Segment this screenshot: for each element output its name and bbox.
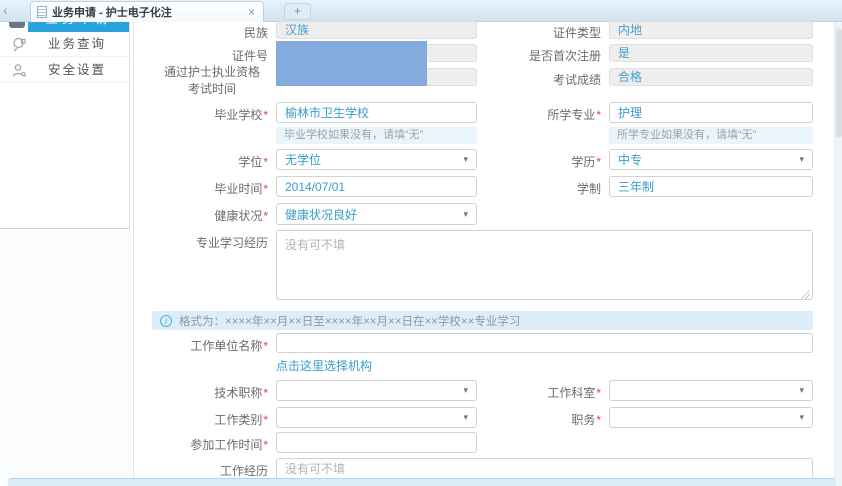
select-institution-link[interactable]: 点击这里选择机构: [276, 357, 372, 374]
chevron-down-icon: ▾: [799, 154, 804, 165]
format-info-bar: i 格式为：××××年××月××日至××××年××月××日在××学校××专业学习: [152, 311, 813, 330]
first-registration-label: 是否首次注册: [420, 47, 601, 64]
health-status-label: 健康状况*: [60, 207, 268, 224]
education-select[interactable]: 中专▾: [609, 149, 813, 170]
business-apply-icon: [9, 22, 25, 28]
position-select[interactable]: ▾: [609, 407, 813, 428]
major-input[interactable]: [609, 102, 813, 123]
active-tab[interactable]: 业务申请 - 护士电子化注 ×: [30, 1, 264, 22]
graduation-date-label: 毕业时间*: [60, 180, 268, 197]
work-start-date-input[interactable]: [276, 432, 477, 453]
first-registration-field: 是: [609, 44, 813, 62]
tab-favicon-icon: [37, 6, 47, 18]
chevron-down-icon: ▾: [463, 209, 468, 220]
bottom-panel-edge: [8, 478, 836, 486]
exam-result-label: 考试成绩: [420, 71, 601, 88]
chevron-down-icon: ▾: [799, 385, 804, 396]
work-start-date-label: 参加工作时间*: [60, 436, 268, 453]
work-unit-label: 工作单位名称*: [60, 337, 268, 354]
work-category-label: 工作类别*: [60, 411, 268, 428]
browser-tab-bar: ‹ 业务申请 - 护士电子化注 × +: [0, 0, 842, 22]
health-status-select[interactable]: 健康状况良好▾: [276, 203, 477, 225]
info-icon: i: [160, 315, 172, 327]
scrollbar-thumb[interactable]: [836, 28, 842, 138]
graduation-school-hint: 毕业学校如果没有，请填“无”: [276, 127, 477, 144]
major-label: 所学专业*: [420, 106, 601, 123]
work-department-select[interactable]: ▾: [609, 380, 813, 401]
tab-close-icon[interactable]: ×: [246, 6, 257, 18]
school-system-label: 学制: [420, 180, 601, 197]
id-number-label: 证件号: [60, 47, 268, 64]
query-icon: [12, 37, 27, 52]
position-label: 职务*: [420, 411, 601, 428]
exam-result-field: 合格: [609, 68, 813, 86]
exam-time-label: 通过护士执业资格考试时间: [156, 64, 268, 98]
textarea-resize-handle[interactable]: [801, 290, 810, 299]
work-department-label: 工作科室*: [420, 384, 601, 401]
chevron-down-icon: ▾: [799, 412, 804, 423]
study-experience-textarea[interactable]: [276, 230, 813, 300]
vertical-scrollbar[interactable]: [834, 22, 842, 486]
redaction-overlay: [276, 41, 427, 86]
work-unit-input[interactable]: [276, 333, 813, 353]
new-tab-button[interactable]: +: [284, 3, 311, 20]
work-experience-input[interactable]: [276, 458, 813, 479]
user-security-icon: [12, 63, 27, 78]
tab-title: 业务申请 - 护士电子化注: [52, 4, 172, 20]
technical-title-label: 技术职称*: [60, 384, 268, 401]
education-label: 学历*: [420, 153, 601, 170]
ethnicity-label: 民族: [60, 24, 268, 41]
study-experience-label: 专业学习经历: [60, 234, 268, 251]
major-hint: 所学专业如果没有，请填“无”: [609, 127, 813, 144]
tab-scroll-left-icon[interactable]: ‹: [3, 2, 8, 18]
app-window: ‹ 业务申请 - 护士电子化注 × + 业务申请 业务查询 安全设置 民族 汉: [0, 0, 842, 486]
graduation-school-label: 毕业学校*: [60, 106, 268, 123]
work-experience-label: 工作经历: [60, 462, 268, 479]
id-type-field: 内地: [609, 21, 813, 39]
degree-label: 学位*: [60, 153, 268, 170]
id-type-label: 证件类型: [420, 24, 601, 41]
school-system-input[interactable]: [609, 176, 813, 197]
